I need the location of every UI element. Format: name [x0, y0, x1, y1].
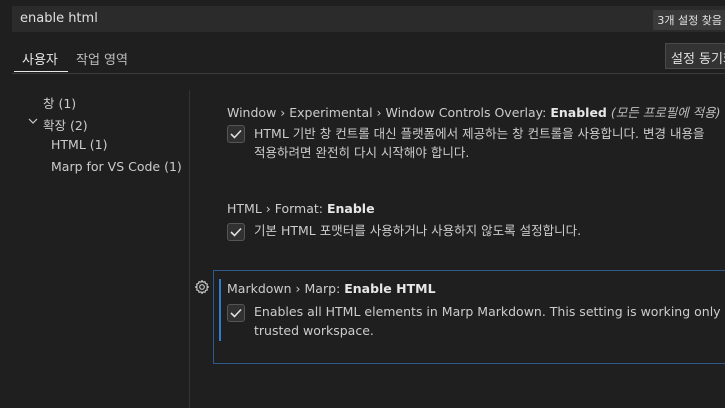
tab-workspace[interactable]: 작업 영역	[76, 49, 128, 68]
active-tab-indicator	[14, 71, 68, 72]
checkmark-icon	[230, 129, 242, 139]
description-line: 기본 HTML 포맷터를 사용하거나 사용하지 않도록 설정합니다.	[254, 223, 582, 238]
setting-description-window-controls: HTML 기반 창 컨트롤 대신 플랫폼에서 제공하는 창 컨트롤을 사용합니다…	[254, 124, 704, 162]
description-line: 적용하려면 완전히 다시 시작해야 합니다.	[254, 145, 470, 160]
focused-setting-indicator	[219, 279, 221, 341]
search-input[interactable]: enable html	[20, 11, 98, 26]
checkmark-icon	[230, 227, 242, 237]
setting-category: Markdown › Marp:	[227, 281, 345, 296]
toc-item-html[interactable]: HTML (1)	[51, 137, 107, 152]
setting-title-window-controls: Window › Experimental › Window Controls …	[227, 102, 721, 121]
tab-user[interactable]: 사용자	[22, 49, 58, 68]
setting-name: Enabled	[550, 105, 607, 120]
toc-item-marp[interactable]: Marp for VS Code (1)	[51, 159, 182, 174]
window-controls-checkbox[interactable]	[227, 125, 245, 143]
marp-enable-html-checkbox[interactable]	[227, 304, 245, 322]
setting-title-html-format: HTML › Format: Enable	[227, 201, 375, 216]
checkmark-icon	[230, 308, 242, 318]
setting-category: HTML › Format:	[227, 201, 327, 216]
toc-item-window[interactable]: 창 (1)	[43, 93, 76, 112]
search-result-count: 3개 설정 찾음	[653, 10, 725, 30]
chevron-down-icon[interactable]	[28, 116, 38, 126]
description-line: HTML 기반 창 컨트롤 대신 플랫폼에서 제공하는 창 컨트롤을 사용합니다…	[254, 126, 705, 141]
setting-scope-note: (모든 프로필에 적용)	[610, 105, 721, 120]
description-line: Enables all HTML elements in Marp Markdo…	[254, 304, 725, 319]
toc-item-extensions[interactable]: 확장 (2)	[43, 115, 88, 134]
setting-name: Enable HTML	[344, 281, 436, 296]
description-line: trusted workspace.	[254, 323, 374, 338]
setting-title-marp-html: Markdown › Marp: Enable HTML	[227, 281, 436, 296]
setting-description-marp-html: Enables all HTML elements in Marp Markdo…	[254, 302, 725, 340]
setting-category: Window › Experimental › Window Controls …	[227, 105, 551, 120]
setting-name: Enable	[326, 201, 375, 216]
html-format-checkbox[interactable]	[227, 223, 245, 241]
settings-sync-button[interactable]: 설정 동기화	[665, 43, 725, 69]
toc-divider	[189, 90, 190, 408]
gear-icon[interactable]	[194, 279, 210, 295]
setting-description-html-format: 기본 HTML 포맷터를 사용하거나 사용하지 않도록 설정합니다.	[254, 221, 581, 240]
settings-search-bar[interactable]: enable html 3개 설정 찾음	[12, 6, 725, 32]
header-divider	[12, 73, 725, 74]
